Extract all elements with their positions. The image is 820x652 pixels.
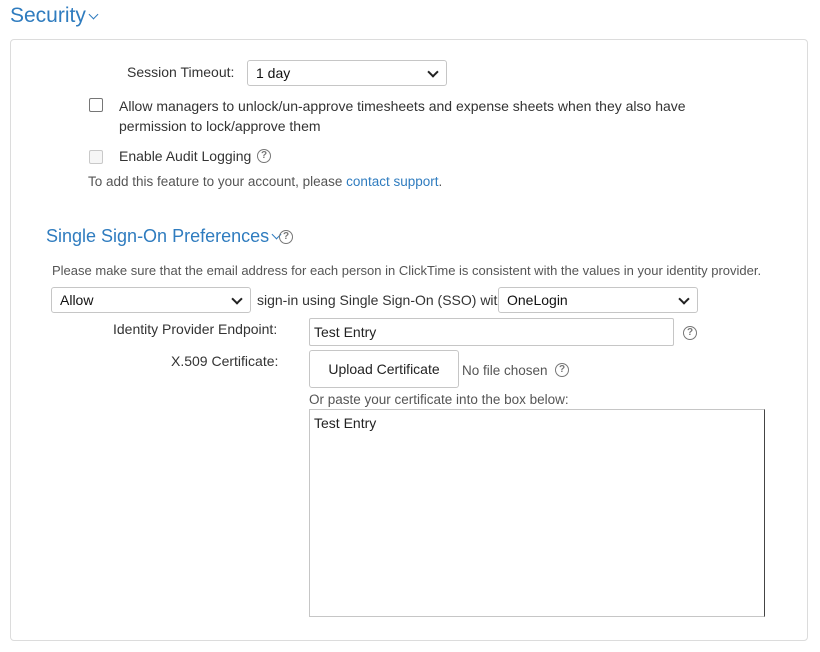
- sso-provider-value: OneLogin: [507, 292, 568, 308]
- audit-note-suffix: .: [438, 174, 443, 189]
- allow-managers-label: Allow managers to unlock/un-approve time…: [119, 96, 686, 136]
- endpoint-label: Identity Provider Endpoint:: [113, 321, 278, 337]
- endpoint-input[interactable]: Test Entry: [309, 318, 674, 346]
- help-icon[interactable]: ?: [279, 230, 293, 244]
- help-icon[interactable]: ?: [683, 326, 697, 340]
- session-timeout-value: 1 day: [256, 65, 291, 81]
- allow-managers-label-line1: Allow managers to unlock/un-approve time…: [119, 98, 686, 114]
- sso-middle-text: sign-in using Single Sign-On (SSO) with: [257, 292, 506, 308]
- paste-hint: Or paste your certificate into the box b…: [309, 392, 569, 407]
- audit-logging-note: To add this feature to your account, ple…: [88, 174, 442, 189]
- audit-note-prefix: To add this feature to your account, ple…: [88, 174, 347, 189]
- contact-support-link[interactable]: contact support: [346, 174, 438, 189]
- chevron-down-icon: [427, 66, 439, 78]
- session-timeout-label: Session Timeout:: [127, 64, 235, 80]
- sso-provider-select[interactable]: OneLogin: [498, 287, 698, 313]
- sso-section-title[interactable]: Single Sign-On Preferences: [46, 226, 282, 247]
- sso-title-label: Single Sign-On Preferences: [46, 226, 270, 246]
- upload-certificate-button[interactable]: Upload Certificate: [309, 350, 459, 388]
- sso-allow-select[interactable]: Allow: [51, 287, 251, 313]
- session-timeout-select[interactable]: 1 day: [247, 60, 447, 86]
- sso-allow-value: Allow: [60, 292, 94, 308]
- help-icon[interactable]: ?: [555, 363, 569, 377]
- certificate-label: X.509 Certificate:: [171, 353, 279, 369]
- security-panel: Session Timeout: 1 day Allow managers to…: [10, 39, 808, 641]
- audit-logging-label: Enable Audit Logging: [119, 148, 252, 164]
- certificate-textarea[interactable]: Test Entry: [309, 409, 765, 617]
- chevron-down-icon: [231, 293, 243, 305]
- sso-notice: Please make sure that the email address …: [52, 263, 762, 278]
- allow-managers-checkbox[interactable]: [89, 98, 103, 112]
- help-icon[interactable]: ?: [257, 149, 271, 163]
- chevron-down-icon: [88, 9, 99, 20]
- section-title-label: Security: [10, 4, 86, 27]
- audit-logging-checkbox[interactable]: [89, 150, 103, 164]
- no-file-text: No file chosen: [462, 363, 548, 378]
- allow-managers-label-line2: permission to lock/approve them: [119, 118, 321, 134]
- section-title-security[interactable]: Security: [10, 4, 99, 28]
- chevron-down-icon: [678, 293, 690, 305]
